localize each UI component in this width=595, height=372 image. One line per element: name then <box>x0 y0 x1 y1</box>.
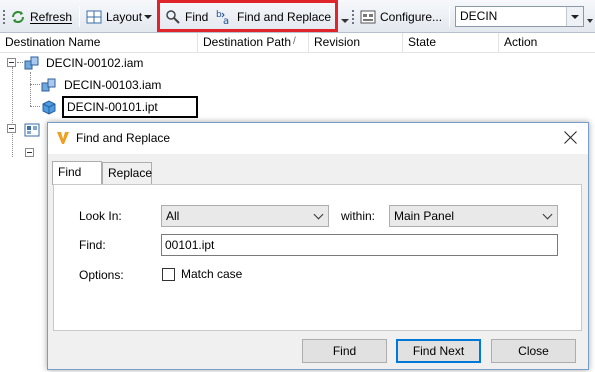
find-input-value: 00101.ipt <box>165 238 215 252</box>
tab-replace[interactable]: Replace <box>102 162 152 184</box>
refresh-label: Refresh <box>30 9 73 24</box>
column-header[interactable]: Action <box>499 33 595 53</box>
find-next-button-label: Find Next <box>412 344 465 358</box>
tab-replace-label: Replace <box>108 166 153 180</box>
close-button-label: Close <box>518 344 549 358</box>
inventor-v-icon <box>56 131 70 148</box>
table-row[interactable]: DECIN-00101.ipt <box>0 96 595 118</box>
find-panel: Look In: All within: Main Panel Find: 00… <box>53 184 582 331</box>
within-value: Main Panel <box>394 209 455 223</box>
tab-find-label: Find <box>58 165 82 179</box>
chevron-down-icon <box>542 209 553 220</box>
look-in-label: Look In: <box>79 209 122 223</box>
configure-icon <box>360 9 376 25</box>
column-header[interactable]: Destination Path / <box>198 33 309 53</box>
layout-grid-icon <box>86 9 102 25</box>
toolbar-overflow-icon[interactable] <box>587 10 594 29</box>
row-name-editor[interactable]: DECIN-00101.ipt <box>62 96 198 118</box>
collapse-toggle-icon[interactable] <box>7 124 16 133</box>
column-header-label: Destination Path <box>203 35 292 49</box>
layout-label: Layout <box>106 9 143 24</box>
dialog-title: Find and Replace <box>76 131 171 145</box>
within-label: within: <box>341 209 376 223</box>
expand-toggle-icon[interactable] <box>25 148 34 157</box>
toolbar: Refresh Layout Find ba Find and Replace … <box>0 0 595 33</box>
layout-button[interactable]: Layout <box>86 7 153 26</box>
table-row[interactable]: DECIN-00102.iam <box>0 52 595 74</box>
column-header[interactable]: Revision <box>309 33 403 53</box>
close-icon[interactable] <box>564 130 578 144</box>
project-combobox[interactable]: DECIN <box>455 6 584 27</box>
chevron-down-icon <box>313 209 324 220</box>
find-input[interactable]: 00101.ipt <box>161 234 558 256</box>
refresh-button[interactable]: Refresh <box>10 7 72 26</box>
row-name: DECIN-00103.iam <box>64 78 162 92</box>
tab-find[interactable]: Find <box>52 161 102 185</box>
options-label: Options: <box>79 268 124 282</box>
collapse-toggle-icon[interactable] <box>7 58 16 67</box>
assembly-icon <box>41 77 57 96</box>
toolbar-separator <box>449 6 450 27</box>
table-row[interactable]: DECIN-00103.iam <box>0 74 595 96</box>
find-button[interactable]: Find <box>302 339 387 363</box>
dialog-titlebar[interactable]: Find and Replace <box>48 123 588 154</box>
folder-grid-icon <box>24 122 40 141</box>
match-case-label[interactable]: Match case <box>181 267 242 281</box>
close-button[interactable]: Close <box>491 339 576 363</box>
within-select[interactable]: Main Panel <box>389 205 558 227</box>
find-replace-dialog: Find and Replace Find Replace Look In: A… <box>47 122 589 370</box>
look-in-select[interactable]: All <box>161 205 329 227</box>
assembly-icon <box>24 55 40 74</box>
find-next-button[interactable]: Find Next <box>396 339 481 363</box>
refresh-icon <box>10 9 26 25</box>
part-icon <box>41 99 57 118</box>
chevron-down-icon <box>144 13 153 21</box>
configure-label: Configure... <box>380 9 443 24</box>
toolbar-separator <box>79 6 80 27</box>
column-header[interactable]: State <box>403 33 499 53</box>
project-combobox-value: DECIN <box>460 9 498 23</box>
match-case-checkbox[interactable] <box>162 268 175 281</box>
find-field-label: Find: <box>79 238 106 252</box>
row-name: DECIN-00102.iam <box>46 56 144 70</box>
toolbar-overflow-icon[interactable] <box>340 10 349 29</box>
combobox-dropdown-icon[interactable] <box>566 7 583 26</box>
highlight-box <box>157 0 338 32</box>
sort-indicator: / <box>293 36 296 47</box>
grid-header: Destination Name Destination Path / Revi… <box>0 33 595 53</box>
configure-button[interactable]: Configure... <box>360 7 442 26</box>
look-in-value: All <box>166 209 180 223</box>
column-header[interactable]: Destination Name <box>0 33 198 53</box>
find-button-label: Find <box>332 344 357 358</box>
